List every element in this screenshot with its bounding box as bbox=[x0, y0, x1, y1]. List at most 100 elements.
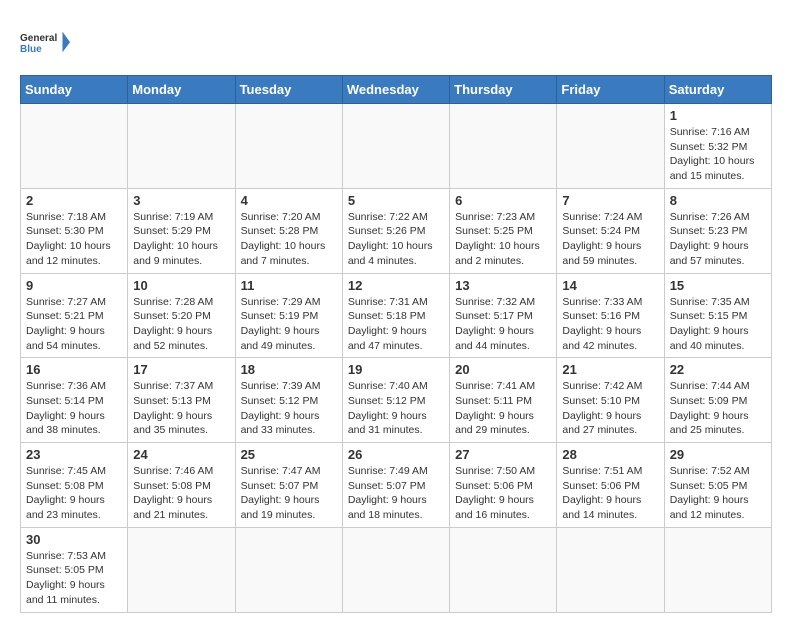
day-number: 1 bbox=[670, 108, 766, 123]
day-info: Sunrise: 7:37 AM Sunset: 5:13 PM Dayligh… bbox=[133, 379, 229, 438]
calendar-cell: 13 Sunrise: 7:32 AM Sunset: 5:17 PM Dayli… bbox=[450, 273, 557, 358]
day-info: Sunrise: 7:20 AM Sunset: 5:28 PM Dayligh… bbox=[241, 210, 337, 269]
day-info: Sunrise: 7:44 AM Sunset: 5:09 PM Dayligh… bbox=[670, 379, 766, 438]
calendar-cell: 8 Sunrise: 7:26 AM Sunset: 5:23 PM Daylig… bbox=[664, 188, 771, 273]
calendar-cell bbox=[21, 104, 128, 189]
svg-text:General: General bbox=[20, 33, 57, 44]
day-info: Sunrise: 7:29 AM Sunset: 5:19 PM Dayligh… bbox=[241, 295, 337, 354]
day-number: 23 bbox=[26, 447, 122, 462]
header-thursday: Thursday bbox=[450, 76, 557, 104]
day-number: 17 bbox=[133, 362, 229, 377]
day-number: 27 bbox=[455, 447, 551, 462]
calendar-cell: 29 Sunrise: 7:52 AM Sunset: 5:05 PM Dayli… bbox=[664, 443, 771, 528]
day-info: Sunrise: 7:41 AM Sunset: 5:11 PM Dayligh… bbox=[455, 379, 551, 438]
day-number: 3 bbox=[133, 193, 229, 208]
day-number: 14 bbox=[562, 278, 658, 293]
day-number: 22 bbox=[670, 362, 766, 377]
calendar-cell: 21Sunrise: 7:42 AM Sunset: 5:10 PM Dayli… bbox=[557, 358, 664, 443]
day-number: 11 bbox=[241, 278, 337, 293]
day-info: Sunrise: 7:33 AM Sunset: 5:16 PM Dayligh… bbox=[562, 295, 658, 354]
calendar-cell: 7 Sunrise: 7:24 AM Sunset: 5:24 PM Daylig… bbox=[557, 188, 664, 273]
calendar-cell bbox=[557, 104, 664, 189]
day-number: 7 bbox=[562, 193, 658, 208]
calendar-cell: 10 Sunrise: 7:28 AM Sunset: 5:20 PM Dayli… bbox=[128, 273, 235, 358]
calendar-cell bbox=[342, 104, 449, 189]
calendar-cell: 25Sunrise: 7:47 AM Sunset: 5:07 PM Dayli… bbox=[235, 443, 342, 528]
day-info: Sunrise: 7:39 AM Sunset: 5:12 PM Dayligh… bbox=[241, 379, 337, 438]
calendar-cell: 12 Sunrise: 7:31 AM Sunset: 5:18 PM Dayli… bbox=[342, 273, 449, 358]
day-number: 13 bbox=[455, 278, 551, 293]
calendar-cell: 2 Sunrise: 7:18 AM Sunset: 5:30 PM Daylig… bbox=[21, 188, 128, 273]
day-info: Sunrise: 7:36 AM Sunset: 5:14 PM Dayligh… bbox=[26, 379, 122, 438]
day-info: Sunrise: 7:32 AM Sunset: 5:17 PM Dayligh… bbox=[455, 295, 551, 354]
header-saturday: Saturday bbox=[664, 76, 771, 104]
day-number: 26 bbox=[348, 447, 444, 462]
header-tuesday: Tuesday bbox=[235, 76, 342, 104]
header-friday: Friday bbox=[557, 76, 664, 104]
calendar-cell: 18 Sunrise: 7:39 AM Sunset: 5:12 PM Dayli… bbox=[235, 358, 342, 443]
day-number: 19 bbox=[348, 362, 444, 377]
day-number: 18 bbox=[241, 362, 337, 377]
page-header: General Blue bbox=[20, 20, 772, 65]
header-wednesday: Wednesday bbox=[342, 76, 449, 104]
calendar-cell: 11 Sunrise: 7:29 AM Sunset: 5:19 PM Dayli… bbox=[235, 273, 342, 358]
calendar-cell bbox=[128, 527, 235, 612]
calendar-cell: 26 Sunrise: 7:49 AM Sunset: 5:07 PM Dayli… bbox=[342, 443, 449, 528]
day-info: Sunrise: 7:51 AM Sunset: 5:06 PM Dayligh… bbox=[562, 464, 658, 523]
calendar-cell: 5 Sunrise: 7:22 AM Sunset: 5:26 PM Daylig… bbox=[342, 188, 449, 273]
day-number: 9 bbox=[26, 278, 122, 293]
day-info: Sunrise: 7:52 AM Sunset: 5:05 PM Dayligh… bbox=[670, 464, 766, 523]
day-info: Sunrise: 7:27 AM Sunset: 5:21 PM Dayligh… bbox=[26, 295, 122, 354]
calendar-header-row: SundayMondayTuesdayWednesdayThursdayFrid… bbox=[21, 76, 772, 104]
day-info: Sunrise: 7:18 AM Sunset: 5:30 PM Dayligh… bbox=[26, 210, 122, 269]
calendar-cell: 30 Sunrise: 7:53 AM Sunset: 5:05 PM Dayli… bbox=[21, 527, 128, 612]
day-info: Sunrise: 7:24 AM Sunset: 5:24 PM Dayligh… bbox=[562, 210, 658, 269]
day-number: 2 bbox=[26, 193, 122, 208]
calendar-table: SundayMondayTuesdayWednesdayThursdayFrid… bbox=[20, 75, 772, 613]
calendar-cell: 17 Sunrise: 7:37 AM Sunset: 5:13 PM Dayli… bbox=[128, 358, 235, 443]
calendar-cell bbox=[450, 104, 557, 189]
day-number: 8 bbox=[670, 193, 766, 208]
day-number: 15 bbox=[670, 278, 766, 293]
logo: General Blue bbox=[20, 20, 70, 65]
day-number: 20 bbox=[455, 362, 551, 377]
header-sunday: Sunday bbox=[21, 76, 128, 104]
calendar-cell: 15 Sunrise: 7:35 AM Sunset: 5:15 PM Dayli… bbox=[664, 273, 771, 358]
day-number: 29 bbox=[670, 447, 766, 462]
calendar-cell: 27 Sunrise: 7:50 AM Sunset: 5:06 PM Dayli… bbox=[450, 443, 557, 528]
day-number: 24 bbox=[133, 447, 229, 462]
header-monday: Monday bbox=[128, 76, 235, 104]
day-number: 6 bbox=[455, 193, 551, 208]
day-info: Sunrise: 7:28 AM Sunset: 5:20 PM Dayligh… bbox=[133, 295, 229, 354]
day-info: Sunrise: 7:22 AM Sunset: 5:26 PM Dayligh… bbox=[348, 210, 444, 269]
day-info: Sunrise: 7:23 AM Sunset: 5:25 PM Dayligh… bbox=[455, 210, 551, 269]
calendar-cell bbox=[128, 104, 235, 189]
calendar-cell: 9 Sunrise: 7:27 AM Sunset: 5:21 PM Daylig… bbox=[21, 273, 128, 358]
day-info: Sunrise: 7:31 AM Sunset: 5:18 PM Dayligh… bbox=[348, 295, 444, 354]
day-info: Sunrise: 7:26 AM Sunset: 5:23 PM Dayligh… bbox=[670, 210, 766, 269]
day-info: Sunrise: 7:50 AM Sunset: 5:06 PM Dayligh… bbox=[455, 464, 551, 523]
calendar-cell: 6 Sunrise: 7:23 AM Sunset: 5:25 PM Daylig… bbox=[450, 188, 557, 273]
day-number: 16 bbox=[26, 362, 122, 377]
calendar-cell bbox=[342, 527, 449, 612]
calendar-cell: 1Sunrise: 7:16 AM Sunset: 5:32 PM Daylig… bbox=[664, 104, 771, 189]
day-info: Sunrise: 7:49 AM Sunset: 5:07 PM Dayligh… bbox=[348, 464, 444, 523]
day-info: Sunrise: 7:19 AM Sunset: 5:29 PM Dayligh… bbox=[133, 210, 229, 269]
calendar-cell: 23Sunrise: 7:45 AM Sunset: 5:08 PM Dayli… bbox=[21, 443, 128, 528]
calendar-cell: 3 Sunrise: 7:19 AM Sunset: 5:29 PM Daylig… bbox=[128, 188, 235, 273]
day-info: Sunrise: 7:35 AM Sunset: 5:15 PM Dayligh… bbox=[670, 295, 766, 354]
day-number: 5 bbox=[348, 193, 444, 208]
day-number: 4 bbox=[241, 193, 337, 208]
day-info: Sunrise: 7:40 AM Sunset: 5:12 PM Dayligh… bbox=[348, 379, 444, 438]
calendar-cell bbox=[450, 527, 557, 612]
day-number: 12 bbox=[348, 278, 444, 293]
calendar-cell: 4 Sunrise: 7:20 AM Sunset: 5:28 PM Daylig… bbox=[235, 188, 342, 273]
calendar-cell: 28Sunrise: 7:51 AM Sunset: 5:06 PM Dayli… bbox=[557, 443, 664, 528]
day-number: 30 bbox=[26, 532, 122, 547]
calendar-cell bbox=[235, 527, 342, 612]
day-number: 10 bbox=[133, 278, 229, 293]
calendar-cell: 22 Sunrise: 7:44 AM Sunset: 5:09 PM Dayli… bbox=[664, 358, 771, 443]
day-info: Sunrise: 7:47 AM Sunset: 5:07 PM Dayligh… bbox=[241, 464, 337, 523]
day-info: Sunrise: 7:42 AM Sunset: 5:10 PM Dayligh… bbox=[562, 379, 658, 438]
day-info: Sunrise: 7:53 AM Sunset: 5:05 PM Dayligh… bbox=[26, 549, 122, 608]
